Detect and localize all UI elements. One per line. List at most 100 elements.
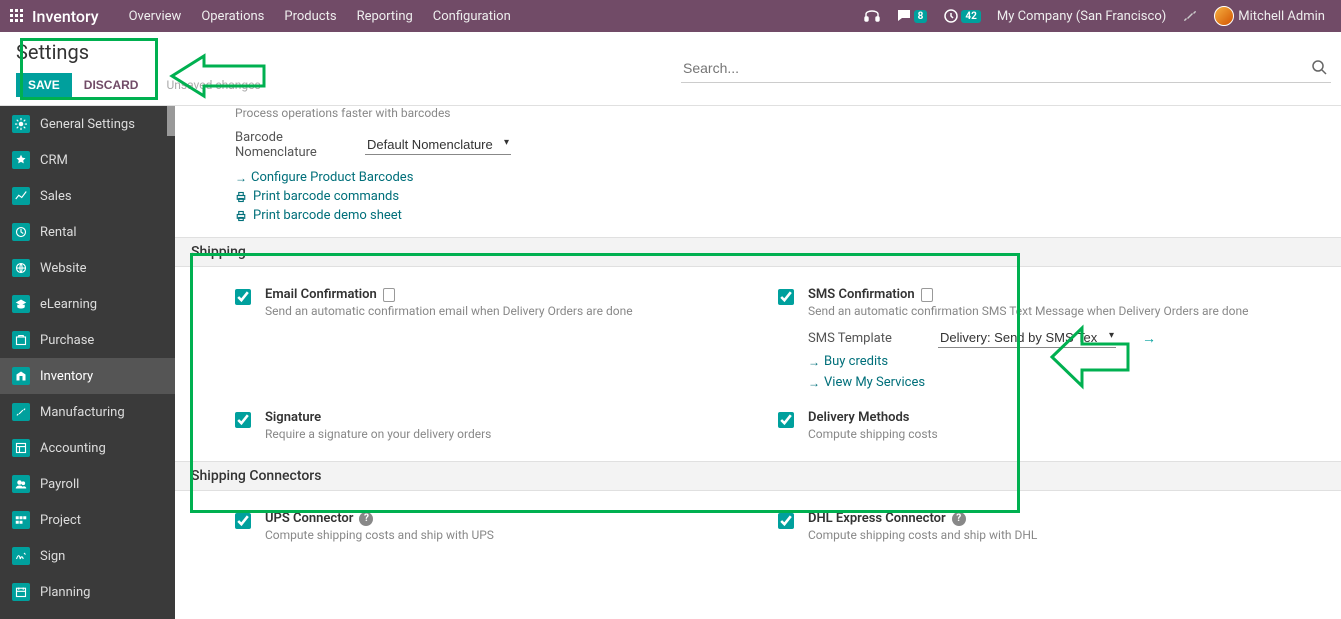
menu-configuration[interactable]: Configuration xyxy=(423,0,521,32)
sidebar-item-label: Planning xyxy=(40,585,90,600)
sidebar-item-label: eLearning xyxy=(40,297,97,312)
menu-overview[interactable]: Overview xyxy=(119,0,192,32)
checkbox-dhl[interactable] xyxy=(778,513,794,529)
barcode-settings: Process operations faster with barcodes … xyxy=(175,106,1341,237)
sidebar-item-label: Sales xyxy=(40,189,72,204)
external-link-icon[interactable]: → xyxy=(1142,330,1156,347)
link-print-demo[interactable]: Print barcode demo sheet xyxy=(235,208,1321,223)
sidebar-item-sign[interactable]: Sign xyxy=(0,538,175,574)
setting-title: SMS Confirmation xyxy=(808,287,915,302)
setting-signature: Signature Require a signature on your de… xyxy=(235,400,778,451)
setting-dhl-connector: DHL Express Connector ? Compute shipping… xyxy=(778,501,1321,552)
checkbox-sms-confirmation[interactable] xyxy=(778,289,794,305)
sidebar-icon xyxy=(12,367,30,385)
sidebar-item-purchase[interactable]: Purchase xyxy=(0,322,175,358)
setting-title: Signature xyxy=(265,410,321,425)
sidebar-item-crm[interactable]: CRM xyxy=(0,142,175,178)
sidebar-icon xyxy=(12,259,30,277)
settings-header: Settings SAVE DISCARD Unsaved changes xyxy=(0,32,1341,106)
barcode-nom-select[interactable]: Default Nomenclature xyxy=(365,135,511,155)
sidebar-item-label: Rental xyxy=(40,225,77,240)
sidebar-item-payroll[interactable]: Payroll xyxy=(0,466,175,502)
sidebar: General Settings CRM Sales Rental Website eLe… xyxy=(0,106,175,619)
sidebar-item-label: Inventory xyxy=(40,369,93,384)
menu-operations[interactable]: Operations xyxy=(191,0,274,32)
debug-icon[interactable] xyxy=(1174,0,1206,32)
sidebar-scrollbar[interactable] xyxy=(167,106,175,136)
sidebar-item-accounting[interactable]: Accounting xyxy=(0,430,175,466)
sidebar-item-label: Project xyxy=(40,513,81,528)
checkbox-email-confirmation[interactable] xyxy=(235,289,251,305)
sidebar-icon xyxy=(12,511,30,529)
sidebar-item-elearning[interactable]: eLearning xyxy=(0,286,175,322)
user-name: Mitchell Admin xyxy=(1238,9,1325,24)
sms-template-label: SMS Template xyxy=(808,331,918,346)
messages-icon[interactable]: 8 xyxy=(888,0,936,32)
sidebar-item-label: CRM xyxy=(40,153,68,168)
link-view-services[interactable]: →View My Services xyxy=(808,375,1301,390)
sidebar-item-project[interactable]: Project xyxy=(0,502,175,538)
sidebar-item-label: Payroll xyxy=(40,477,79,492)
barcode-desc: Process operations faster with barcodes xyxy=(235,106,1321,120)
sidebar-item-label: General Settings xyxy=(40,117,135,132)
menu-products[interactable]: Products xyxy=(274,0,346,32)
link-print-commands[interactable]: Print barcode commands xyxy=(235,189,1321,204)
save-button[interactable]: SAVE xyxy=(16,73,72,97)
help-icon[interactable]: ? xyxy=(952,512,966,526)
menu-reporting[interactable]: Reporting xyxy=(347,0,423,32)
search-wrap xyxy=(681,55,1331,83)
sidebar-icon xyxy=(12,223,30,241)
topbar: Inventory Overview Operations Products R… xyxy=(0,0,1341,32)
print-icon xyxy=(235,210,247,222)
sidebar-icon xyxy=(12,115,30,133)
apps-icon[interactable] xyxy=(8,7,26,25)
checkbox-ups[interactable] xyxy=(235,513,251,529)
enterprise-icon xyxy=(921,288,933,302)
sidebar-item-website[interactable]: Website xyxy=(0,250,175,286)
discard-button[interactable]: DISCARD xyxy=(72,73,151,97)
setting-desc: Require a signature on your delivery ord… xyxy=(265,427,758,441)
checkbox-delivery-methods[interactable] xyxy=(778,412,794,428)
link-buy-credits[interactable]: →Buy credits xyxy=(808,354,1301,369)
setting-delivery-methods: Delivery Methods Compute shipping costs xyxy=(778,400,1321,451)
sidebar-item-label: Purchase xyxy=(40,333,94,348)
sidebar-item-general-settings[interactable]: General Settings xyxy=(0,106,175,142)
setting-sms-confirmation: SMS Confirmation Send an automatic confi… xyxy=(778,277,1321,400)
setting-title: Delivery Methods xyxy=(808,410,909,425)
setting-email-confirmation: Email Confirmation Send an automatic con… xyxy=(235,277,778,400)
barcode-nom-label: Barcode Nomenclature xyxy=(235,130,335,160)
setting-desc: Send an automatic confirmation SMS Text … xyxy=(808,304,1301,318)
app-name[interactable]: Inventory xyxy=(32,7,99,26)
sidebar-icon xyxy=(12,583,30,601)
sidebar-icon xyxy=(12,151,30,169)
sidebar-item-manufacturing[interactable]: Manufacturing xyxy=(0,394,175,430)
setting-desc: Compute shipping costs xyxy=(808,427,1301,441)
checkbox-signature[interactable] xyxy=(235,412,251,428)
search-input[interactable] xyxy=(681,56,1307,80)
search-icon xyxy=(1311,59,1327,75)
search-button[interactable] xyxy=(1307,55,1331,82)
sidebar-item-planning[interactable]: Planning xyxy=(0,574,175,610)
support-icon[interactable] xyxy=(856,0,888,32)
user-menu[interactable]: Mitchell Admin xyxy=(1206,0,1333,32)
sidebar-icon xyxy=(12,547,30,565)
sidebar-icon xyxy=(12,403,30,421)
link-configure-barcodes[interactable]: →Configure Product Barcodes xyxy=(235,170,1321,185)
setting-desc: Compute shipping costs and ship with UPS xyxy=(265,528,758,542)
sidebar-item-sales[interactable]: Sales xyxy=(0,178,175,214)
section-header-connectors: Shipping Connectors xyxy=(175,461,1341,491)
sms-template-select[interactable]: Delivery: Send by SMS Tex xyxy=(938,328,1116,348)
sidebar-item-rental[interactable]: Rental xyxy=(0,214,175,250)
messages-badge: 8 xyxy=(914,10,928,23)
enterprise-icon xyxy=(383,288,395,302)
sidebar-item-label: Website xyxy=(40,261,87,276)
company-switcher[interactable]: My Company (San Francisco) xyxy=(989,0,1174,32)
sidebar-icon xyxy=(12,331,30,349)
setting-desc: Send an automatic confirmation email whe… xyxy=(265,304,758,318)
sidebar-item-inventory[interactable]: Inventory xyxy=(0,358,175,394)
activities-icon[interactable]: 42 xyxy=(935,0,988,32)
help-icon[interactable]: ? xyxy=(359,512,373,526)
setting-title: Email Confirmation xyxy=(265,287,377,302)
sidebar-icon xyxy=(12,295,30,313)
print-icon xyxy=(235,191,247,203)
